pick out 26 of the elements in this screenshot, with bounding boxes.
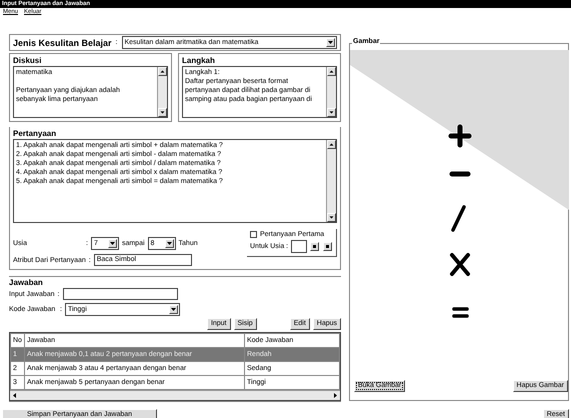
spin-down-button[interactable]	[323, 242, 332, 251]
scrollbar[interactable]	[157, 67, 167, 117]
field-label: Jenis Kesulitan Belajar	[13, 38, 112, 48]
dropdown-arrow-icon[interactable]	[326, 38, 335, 47]
section-title: Diskusi	[13, 56, 42, 66]
square-icon	[326, 245, 330, 248]
dropdown-arrow-icon[interactable]	[168, 305, 178, 314]
scroll-up-arrow-icon[interactable]	[158, 67, 167, 76]
scroll-down-arrow-icon[interactable]	[327, 108, 336, 117]
answer-input-field[interactable]	[62, 288, 178, 300]
horizontal-scrollbar[interactable]	[10, 390, 340, 400]
age-field[interactable]	[291, 240, 308, 253]
scroll-down-arrow-icon[interactable]	[158, 108, 167, 117]
scroll-up-arrow-icon[interactable]	[327, 67, 336, 76]
dropdown-arrow-icon[interactable]	[108, 239, 117, 248]
checkbox[interactable]	[250, 231, 257, 238]
section-title: Jawaban	[9, 278, 44, 287]
scrollbar[interactable]	[326, 140, 336, 222]
dropdown-arrow-icon[interactable]	[164, 239, 174, 248]
scroll-down-arrow-icon[interactable]	[327, 213, 336, 222]
square-icon	[313, 245, 316, 248]
scroll-up-arrow-icon[interactable]	[327, 140, 336, 149]
spin-up-button[interactable]	[310, 242, 320, 251]
scrollbar[interactable]	[326, 67, 336, 117]
section-title: Langkah	[182, 56, 216, 66]
section-title: Pertanyaan	[13, 129, 58, 139]
